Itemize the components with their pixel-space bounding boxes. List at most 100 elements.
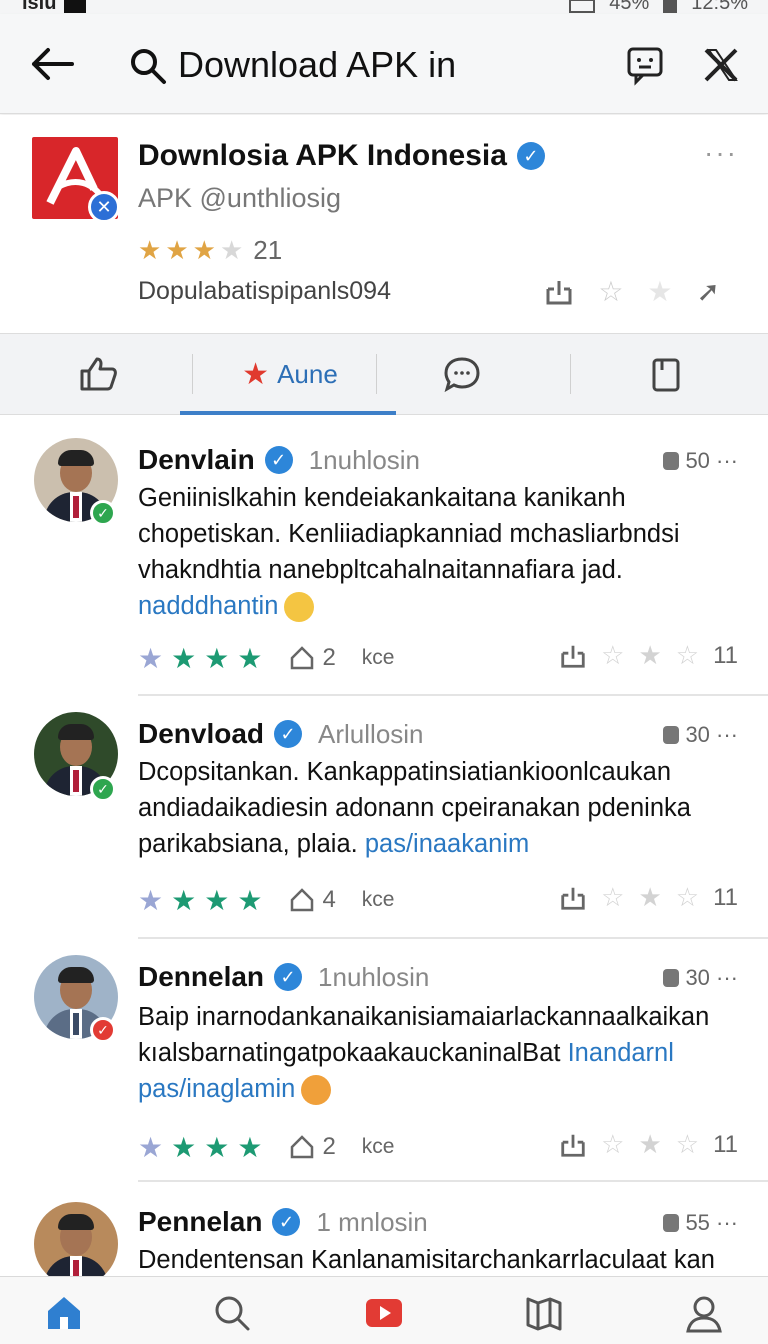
share-icon[interactable] — [544, 277, 574, 307]
tab-copy[interactable] — [608, 334, 724, 414]
post-link[interactable]: pas/inaakanim — [365, 830, 529, 858]
favorite-icon[interactable]: ☆ — [601, 1129, 624, 1160]
post-header: Dennelan ✓ 1nuhlosin — [138, 961, 429, 993]
star-icon: ★ — [237, 1131, 263, 1163]
logo-badge-icon: ✕ — [88, 191, 120, 223]
profile-meta: Dopulabatispipanls094 — [138, 277, 391, 305]
post-header: Pennelan ✓ 1 mnlosin — [138, 1206, 428, 1238]
favorite-icon[interactable]: ☆ — [601, 882, 624, 913]
share-icon[interactable] — [559, 1131, 587, 1159]
post-stat[interactable]: 50 ··· — [663, 448, 738, 474]
favorite-icon[interactable]: ★ — [638, 640, 661, 671]
post-rating: ★ ★ ★ ★ — [138, 1131, 262, 1164]
favorite-icon[interactable]: ☆ — [676, 882, 699, 913]
profile-name-text: Downlosia APK Indonesia — [138, 139, 507, 172]
tab-comment[interactable] — [404, 334, 520, 414]
post-author[interactable]: Denvlain — [138, 444, 255, 476]
lock-icon — [663, 726, 680, 744]
star-empty-icon: ★ — [219, 235, 244, 265]
profile-icon[interactable] — [684, 1293, 724, 1333]
post-text: Dendentensan Kanlanamisitarchankarrlacul… — [138, 1246, 715, 1274]
search-query[interactable]: Download APK in — [178, 44, 456, 86]
kce-label: kce — [361, 888, 395, 911]
favorite-icon[interactable]: ★ — [638, 1129, 661, 1160]
feed-post[interactable]: ✓ Denvload ✓ Arlullosin 30 ··· Dcopsitan… — [0, 696, 768, 936]
verified-icon: ✓ — [274, 963, 303, 991]
verified-check-icon: ✓ — [90, 776, 116, 802]
home-icon[interactable] — [44, 1293, 84, 1333]
lock-icon — [663, 969, 680, 987]
search-icon[interactable] — [212, 1293, 252, 1333]
search-icon[interactable] — [128, 46, 168, 86]
thumbs-up-icon — [80, 357, 117, 391]
feed-post[interactable]: ✓ Dennelan ✓ 1nuhlosin 30 ··· Baip inarn… — [0, 939, 768, 1177]
lock-icon — [663, 452, 680, 470]
verified-check-icon: ✓ — [90, 1017, 116, 1043]
post-author[interactable]: Denvload — [138, 718, 264, 750]
active-tab-indicator — [180, 411, 396, 415]
lock-icon — [663, 1214, 680, 1232]
favorite-icon[interactable]: ☆ — [601, 640, 624, 671]
top-app-bar: Download APK in — [0, 14, 768, 114]
post-header: Denvload ✓ Arlullosin — [138, 718, 424, 750]
favorite-icon[interactable]: ★ — [638, 882, 661, 913]
repost-icon — [291, 1135, 314, 1159]
post-actions: ☆ ★ ☆ 11 — [559, 882, 738, 913]
star-icon: ★ — [138, 884, 164, 916]
tab-like[interactable] — [40, 334, 156, 414]
post-stat-text: 30 ··· — [685, 722, 738, 747]
favorite-icon[interactable]: ☆ — [598, 275, 623, 308]
favorite-count: 11 — [713, 883, 738, 911]
favorite-icon[interactable]: ★ — [647, 275, 672, 308]
post-footer: ★ ★ ★ ★ 2 kce ☆ ★ ☆ 11 — [138, 1129, 738, 1165]
post-footer: ★ ★ ★ ★ 2 kce ☆ ★ ☆ 11 — [138, 640, 738, 676]
repost-icon — [291, 646, 314, 670]
emoji-icon — [301, 1075, 332, 1106]
favorite-icon[interactable]: ☆ — [676, 640, 699, 671]
share-icon[interactable] — [559, 884, 587, 912]
post-actions: ☆ ★ ☆ 11 — [559, 1129, 738, 1160]
tab-separator — [570, 354, 571, 394]
tab-label: Aune — [277, 358, 338, 389]
post-author[interactable]: Pennelan — [138, 1206, 262, 1238]
favorite-icon[interactable]: ☆ — [676, 1129, 699, 1160]
repost-button[interactable]: 4 — [288, 886, 336, 914]
kce-label: kce — [361, 1135, 395, 1158]
x-logo-icon[interactable] — [700, 44, 742, 86]
post-rating: ★ ★ ★ ★ — [138, 884, 262, 917]
more-options-icon[interactable]: ··· — [704, 137, 738, 169]
repost-button[interactable]: 2 — [288, 644, 336, 672]
rating-count: 21 — [253, 235, 283, 265]
video-icon[interactable] — [364, 1293, 404, 1333]
share-icon[interactable] — [559, 642, 587, 670]
post-body: Dcopsitankan. Kankappatinsiatiankioonlca… — [138, 754, 738, 862]
battery-icon — [663, 0, 678, 13]
tab-aune[interactable]: ★ Aune — [200, 334, 380, 414]
star-icon: ★ — [204, 642, 230, 674]
chat-bot-icon[interactable] — [624, 44, 666, 86]
profile-rating: ★ ★ ★ ★ 21 — [138, 235, 282, 266]
kce-label: kce — [361, 646, 395, 669]
post-header: Denvlain ✓ 1nuhlosin — [138, 444, 420, 476]
forward-icon[interactable]: ➚ — [697, 275, 720, 308]
post-stat[interactable]: 30 ··· — [663, 965, 738, 991]
star-icon: ★ — [237, 642, 263, 674]
feed-post[interactable]: ✓ Denvlain ✓ 1nuhlosin 50 ··· Geniinislk… — [0, 416, 768, 694]
back-arrow-icon[interactable] — [28, 44, 76, 84]
post-stat-text: 50 ··· — [685, 448, 738, 473]
post-rating: ★ ★ ★ ★ — [138, 642, 262, 675]
star-icon: ★ — [237, 884, 263, 916]
emoji-icon — [284, 592, 315, 623]
tab-separator — [376, 354, 377, 394]
repost-button[interactable]: 2 — [288, 1133, 336, 1161]
book-icon[interactable] — [524, 1293, 564, 1333]
post-stat[interactable]: 55 ··· — [663, 1210, 738, 1236]
post-body: Baip inarnodankanaikanisiamaiarlackannaa… — [138, 999, 738, 1107]
post-author[interactable]: Dennelan — [138, 961, 264, 993]
post-stat[interactable]: 30 ··· — [663, 722, 738, 748]
feed-post[interactable]: Pennelan ✓ 1 mnlosin 55 ··· Dendentensan… — [0, 1182, 768, 1276]
post-link[interactable]: nadddhantin — [138, 592, 278, 620]
post-handle: 1 mnlosin — [316, 1206, 428, 1237]
tab-separator — [192, 354, 193, 394]
avatar[interactable] — [34, 1202, 118, 1276]
